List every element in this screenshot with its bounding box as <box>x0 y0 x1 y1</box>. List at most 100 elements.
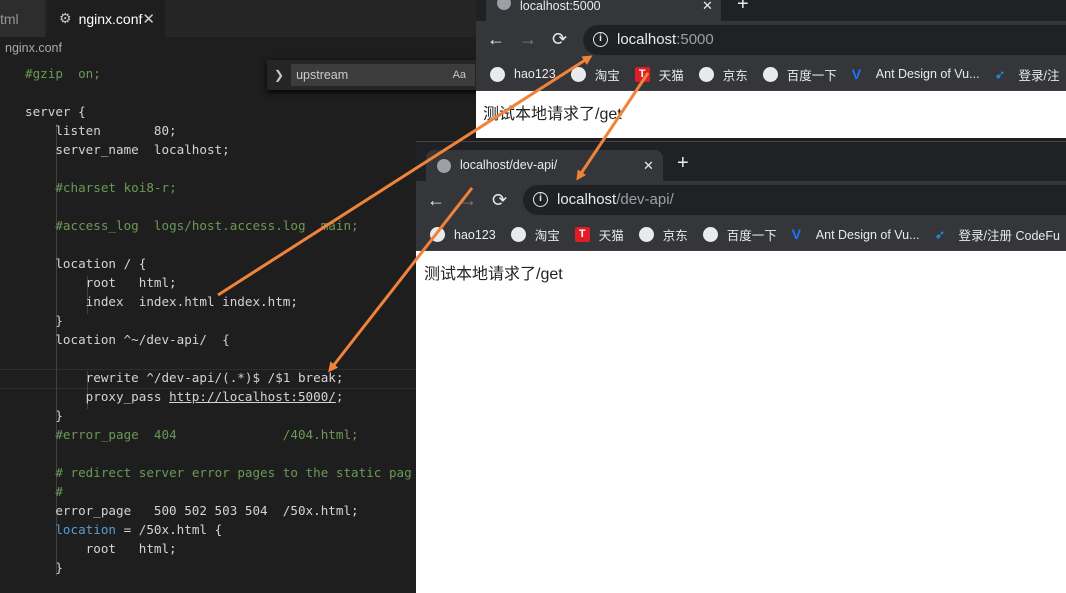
bookmark-item[interactable]: V Ant Design of Vu... <box>792 227 920 242</box>
codefun-icon: ➶ <box>994 66 1006 82</box>
bookmark-item[interactable]: hao123 <box>430 227 496 242</box>
back-arrow-icon[interactable]: ← <box>487 29 505 49</box>
address-bar[interactable]: i localhost:5000 <box>583 25 1066 55</box>
code-line[interactable]: #error_page 404 /404.html; <box>25 425 359 444</box>
find-input[interactable]: upstream Aa <box>291 64 476 86</box>
info-icon[interactable]: i <box>533 192 548 207</box>
code-token: #error_page 404 /404.html; <box>55 427 359 442</box>
page-content: 测试本地请求了/get <box>483 106 622 123</box>
code-line[interactable]: index index.html index.htm; <box>25 292 298 311</box>
code-line[interactable]: location = /50x.html { <box>25 520 222 539</box>
reload-icon[interactable]: ⟳ <box>552 29 567 49</box>
match-case-toggle[interactable]: Aa <box>453 65 466 85</box>
bookmark-item[interactable]: 京东 <box>638 225 688 244</box>
close-tab-icon[interactable]: ✕ <box>643 158 654 174</box>
bookmark-item[interactable]: ➶ 登录/注 <box>995 65 1060 84</box>
code-line[interactable]: #charset koi8-r; <box>25 178 177 197</box>
code-line[interactable]: } <box>25 558 63 577</box>
code-line[interactable]: rewrite ^/dev-api/(.*)$ /$1 break; <box>25 368 344 387</box>
code-token: #gzip on; <box>25 66 101 81</box>
bookmark-label: Ant Design of Vu... <box>815 227 920 242</box>
bookmark-label: hao123 <box>514 67 556 81</box>
back-arrow-icon[interactable]: ← <box>427 190 445 210</box>
code-token: #charset koi8-r; <box>55 180 177 195</box>
globe-icon <box>437 159 451 173</box>
new-tab-button[interactable]: + <box>677 152 689 175</box>
bookmark-item[interactable]: V Ant Design of Vu... <box>852 66 980 82</box>
new-tab-button[interactable]: + <box>737 0 749 16</box>
code-token: location ^~/dev-api/ { <box>25 332 230 347</box>
url-host: localhost <box>617 31 677 48</box>
code-line[interactable]: listen 80; <box>25 121 176 140</box>
browser-toolbar: ← → ⟳ i localhost:5000 <box>476 21 1066 58</box>
globe-icon <box>430 227 445 242</box>
reload-icon[interactable]: ⟳ <box>492 190 507 210</box>
tmall-icon: T <box>634 66 650 82</box>
address-bar[interactable]: i localhost/dev-api/ <box>523 185 1066 215</box>
bookmark-item[interactable]: 淘宝 <box>570 65 620 84</box>
code-token: # redirect server error pages to the sta… <box>55 465 412 480</box>
tab-label: nginx.conf <box>78 10 143 27</box>
code-line[interactable]: #access_log logs/host.access.log main; <box>25 216 358 235</box>
bookmark-item[interactable]: T 天猫 <box>634 65 684 84</box>
bookmarks-bar: hao123 淘宝 T 天猫 京东 百度一下 V Ant Design of Vu... ➶ 登录… <box>416 219 1066 251</box>
code-token: proxy_pass <box>25 389 170 404</box>
code-line[interactable]: error_page 500 502 503 504 /50x.html; <box>25 501 358 520</box>
chevron-right-icon[interactable]: ❯ <box>274 68 284 82</box>
tab-html-file[interactable]: tml <box>0 0 46 37</box>
bookmark-item[interactable]: 百度一下 <box>762 65 837 84</box>
globe-icon <box>702 227 718 242</box>
bookmark-item[interactable]: 百度一下 <box>702 225 777 244</box>
codefun-icon: ➶ <box>934 227 946 242</box>
bookmark-label: 淘宝 <box>534 229 560 243</box>
bookmark-label: 登录/注册 CodeFu <box>958 229 1060 243</box>
browser-toolbar: ← → ⟳ i localhost/dev-api/ <box>416 181 1066 219</box>
close-tab-icon[interactable]: ✕ <box>702 0 713 14</box>
code-line[interactable]: } <box>25 406 63 425</box>
code-token: http://localhost:5000/ <box>169 389 336 404</box>
code-token: = /50x.html { <box>116 522 223 537</box>
globe-icon <box>510 227 526 242</box>
bookmark-item[interactable]: ➶ 登录/注册 CodeFu <box>935 225 1060 244</box>
code-token: location <box>55 522 117 537</box>
bookmark-item[interactable]: hao123 <box>490 66 556 82</box>
code-line[interactable]: location / { <box>25 254 146 273</box>
tab-nginx-conf[interactable]: ⚙ nginx.conf ✕ <box>47 0 165 37</box>
code-token: # <box>55 484 63 499</box>
code-line[interactable]: # <box>25 482 63 501</box>
bookmark-item[interactable]: T 天猫 <box>574 225 624 244</box>
close-tab-icon[interactable]: ✕ <box>142 10 155 28</box>
url-path: /dev-api/ <box>616 191 674 208</box>
code-line[interactable]: root html; <box>25 273 177 292</box>
breadcrumb[interactable]: nginx.conf <box>0 37 480 59</box>
code-token: root html; <box>25 541 177 556</box>
code-line[interactable]: proxy_pass http://localhost:5000/; <box>25 387 344 406</box>
bookmark-item[interactable]: 京东 <box>698 65 748 84</box>
code-line[interactable]: server_name localhost; <box>25 140 229 159</box>
url-text: localhost:5000 <box>617 25 714 55</box>
globe-icon <box>490 66 505 82</box>
editor-tab-bar: tml ⚙ nginx.conf ✕ <box>0 0 480 37</box>
code-line[interactable]: location ^~/dev-api/ { <box>25 330 230 349</box>
bookmark-label: 淘宝 <box>594 68 620 83</box>
code-line[interactable]: root html; <box>25 539 177 558</box>
find-value: upstream <box>296 68 349 82</box>
forward-arrow-icon[interactable]: → <box>459 190 477 210</box>
url-host: localhost <box>557 191 617 208</box>
gear-icon: ⚙ <box>59 10 72 26</box>
info-icon[interactable]: i <box>593 32 608 47</box>
code-line[interactable]: # redirect server error pages to the sta… <box>25 463 412 482</box>
bookmark-label: 登录/注 <box>1018 68 1060 83</box>
code-line[interactable]: #gzip on; <box>25 64 101 83</box>
code-line[interactable]: } <box>25 311 63 330</box>
code-token: server { <box>25 104 86 119</box>
browser-tab[interactable]: localhost/dev-api/ ✕ <box>426 150 663 182</box>
code-line[interactable]: server { <box>25 102 86 121</box>
forward-arrow-icon[interactable]: → <box>519 29 537 49</box>
bookmark-item[interactable]: 淘宝 <box>510 225 560 244</box>
bookmark-label: 天猫 <box>658 68 684 83</box>
browser-tab[interactable]: localhost:5000 ✕ <box>486 0 721 21</box>
